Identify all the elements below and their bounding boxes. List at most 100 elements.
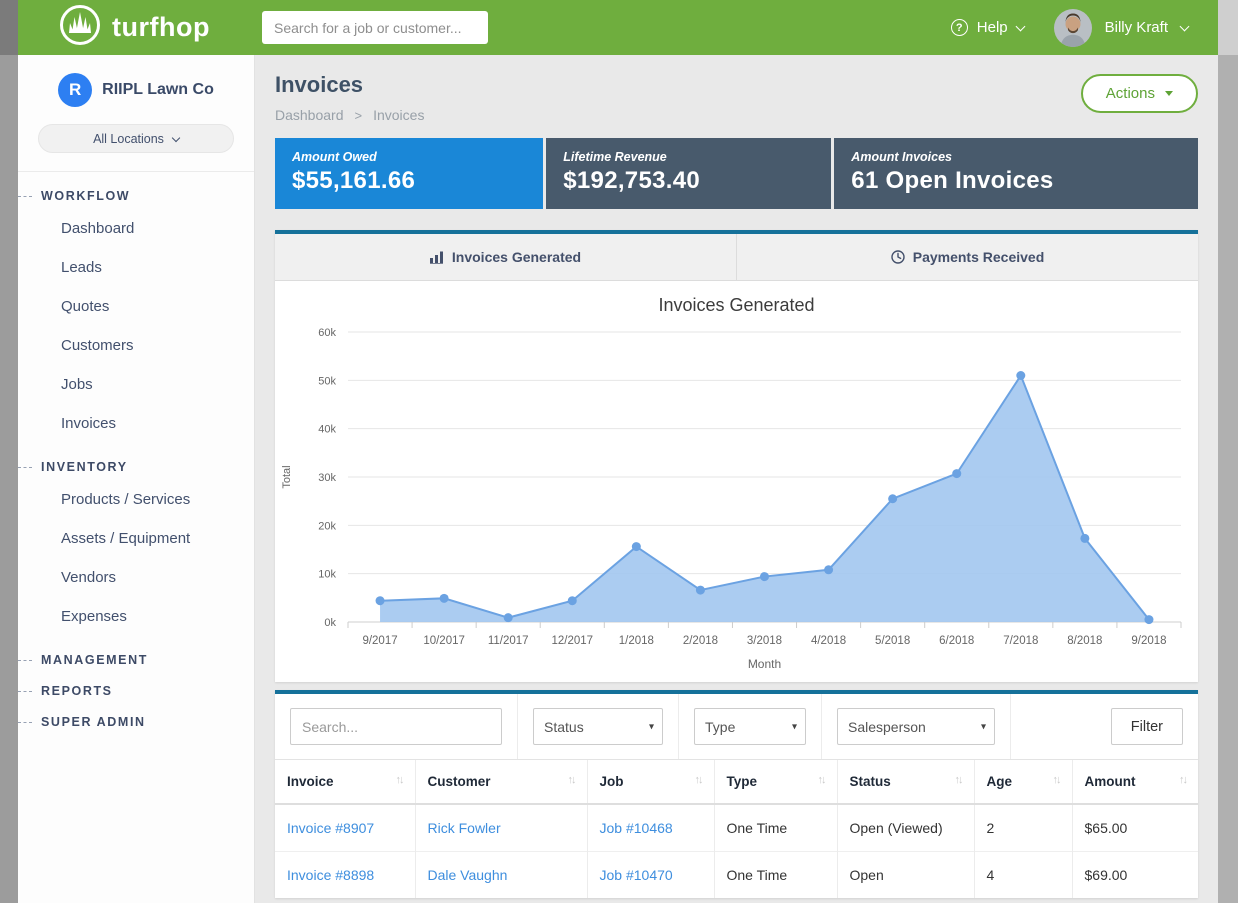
sidebar-section-label: REPORTS bbox=[41, 684, 113, 698]
type-select[interactable]: Type bbox=[694, 708, 806, 745]
tab-label: Payments Received bbox=[913, 249, 1045, 265]
sidebar-section-workflow[interactable]: WORKFLOW bbox=[18, 189, 254, 203]
breadcrumb-dashboard[interactable]: Dashboard bbox=[275, 107, 344, 123]
svg-text:50k: 50k bbox=[318, 375, 336, 387]
brand[interactable]: turfhop bbox=[58, 3, 256, 52]
chart-tabs: Invoices Generated Payments Received bbox=[275, 234, 1198, 281]
stat-value: $55,161.66 bbox=[292, 167, 526, 195]
column-header-status[interactable]: ↑↓Status bbox=[837, 760, 974, 804]
invoice-link[interactable]: Invoice #8898 bbox=[287, 867, 374, 883]
sidebar: R RIIPL Lawn Co All Locations WORKFLOW Da… bbox=[18, 55, 255, 903]
bar-chart-icon bbox=[430, 251, 444, 264]
job-link[interactable]: Job #10470 bbox=[600, 867, 673, 883]
svg-text:12/2017: 12/2017 bbox=[551, 635, 593, 647]
table-row: Invoice #8907Rick FowlerJob #10468One Ti… bbox=[275, 804, 1198, 852]
column-header-invoice[interactable]: ↑↓Invoice bbox=[275, 760, 415, 804]
sort-icon[interactable]: ↑↓ bbox=[1053, 774, 1060, 786]
table-search-input[interactable] bbox=[290, 708, 502, 745]
topbar-right: ? Help Billy Kraft bbox=[951, 9, 1188, 47]
actions-button[interactable]: Actions bbox=[1081, 74, 1198, 113]
locations-dropdown[interactable]: All Locations bbox=[38, 124, 234, 153]
customer-link[interactable]: Dale Vaughn bbox=[428, 867, 508, 883]
customer-link[interactable]: Rick Fowler bbox=[428, 820, 501, 836]
column-label: Job bbox=[600, 774, 624, 789]
cell-invoice: Invoice #8898 bbox=[275, 852, 415, 899]
svg-text:20k: 20k bbox=[318, 520, 336, 532]
column-header-job[interactable]: ↑↓ Job bbox=[587, 760, 714, 804]
sort-icon[interactable]: ↑↓ bbox=[818, 774, 825, 786]
user-menu[interactable]: Billy Kraft bbox=[1054, 9, 1188, 47]
cell-status: Open (Viewed) bbox=[837, 804, 974, 852]
global-search-input[interactable] bbox=[262, 11, 488, 44]
sort-icon[interactable]: ↑↓ bbox=[396, 774, 403, 786]
locations-label: All Locations bbox=[93, 132, 164, 146]
column-label: Type bbox=[727, 774, 758, 789]
app-window: turfhop ? Help bbox=[18, 0, 1218, 903]
stat-card-amount-owed: Amount Owed $55,161.66 bbox=[275, 138, 543, 209]
svg-text:1/2018: 1/2018 bbox=[619, 635, 654, 647]
turfhop-logo-icon bbox=[58, 3, 102, 52]
filter-button[interactable]: Filter bbox=[1111, 708, 1183, 745]
stat-label: Amount Owed bbox=[292, 150, 526, 164]
sidebar-item-products-services[interactable]: Products / Services bbox=[18, 480, 254, 519]
invoice-link[interactable]: Invoice #8907 bbox=[287, 820, 374, 836]
sidebar-item-vendors[interactable]: Vendors bbox=[18, 558, 254, 597]
sidebar-item-jobs[interactable]: Jobs bbox=[18, 365, 254, 404]
sort-icon[interactable]: ↑↓ bbox=[568, 774, 575, 786]
sidebar-section-label: SUPER ADMIN bbox=[41, 715, 146, 729]
column-header-customer[interactable]: ↑↓Customer bbox=[415, 760, 587, 804]
svg-text:Total: Total bbox=[281, 465, 293, 488]
avatar bbox=[1054, 9, 1092, 47]
sidebar-item-invoices[interactable]: Invoices bbox=[18, 404, 254, 443]
cell-invoice: Invoice #8907 bbox=[275, 804, 415, 852]
cell-status: Open bbox=[837, 852, 974, 899]
sidebar-section-reports[interactable]: REPORTS bbox=[18, 684, 254, 698]
chart-title: Invoices Generated bbox=[275, 281, 1198, 320]
sidebar-item-expenses[interactable]: Expenses bbox=[18, 597, 254, 636]
svg-text:0k: 0k bbox=[324, 617, 336, 629]
sidebar-nav: WORKFLOW DashboardLeadsQuotesCustomersJob… bbox=[18, 189, 254, 729]
status-select[interactable]: Status bbox=[533, 708, 663, 745]
svg-text:30k: 30k bbox=[318, 472, 336, 484]
sidebar-item-quotes[interactable]: Quotes bbox=[18, 287, 254, 326]
filter-bar: Status Type bbox=[275, 694, 1198, 760]
section-dashes-icon bbox=[18, 196, 32, 197]
help-label: Help bbox=[977, 19, 1008, 36]
salesperson-select[interactable]: Salesperson bbox=[837, 708, 995, 745]
job-link[interactable]: Job #10468 bbox=[600, 820, 673, 836]
help-menu[interactable]: ? Help bbox=[951, 19, 1024, 36]
sidebar-section-management[interactable]: MANAGEMENT bbox=[18, 653, 254, 667]
sidebar-item-customers[interactable]: Customers bbox=[18, 326, 254, 365]
sidebar-divider bbox=[18, 171, 254, 172]
sidebar-item-dashboard[interactable]: Dashboard bbox=[18, 209, 254, 248]
stat-card-lifetime-revenue: Lifetime Revenue$192,753.40 bbox=[546, 138, 831, 209]
sort-icon[interactable]: ↑↓ bbox=[695, 774, 702, 786]
clock-icon bbox=[891, 250, 905, 264]
column-header-type[interactable]: ↑↓ Type bbox=[714, 760, 837, 804]
sidebar-section-inventory[interactable]: INVENTORY bbox=[18, 460, 254, 474]
body-row: R RIIPL Lawn Co All Locations WORKFLOW Da… bbox=[18, 55, 1218, 903]
sidebar-section-super-admin[interactable]: SUPER ADMIN bbox=[18, 715, 254, 729]
svg-text:Month: Month bbox=[748, 657, 781, 671]
company-header[interactable]: R RIIPL Lawn Co bbox=[18, 73, 254, 107]
svg-text:9/2017: 9/2017 bbox=[362, 635, 397, 647]
stat-value: 61 Open Invoices bbox=[851, 167, 1181, 195]
right-edge-gutter bbox=[1218, 0, 1238, 903]
sort-icon[interactable]: ↑↓ bbox=[955, 774, 962, 786]
svg-text:10k: 10k bbox=[318, 569, 336, 581]
svg-text:3/2018: 3/2018 bbox=[747, 635, 782, 647]
user-name: Billy Kraft bbox=[1105, 19, 1168, 36]
help-icon: ? bbox=[951, 19, 968, 36]
sort-icon[interactable]: ↑↓ bbox=[1179, 774, 1186, 786]
column-header-age[interactable]: ↑↓Age bbox=[974, 760, 1072, 804]
sidebar-item-assets-equipment[interactable]: Assets / Equipment bbox=[18, 519, 254, 558]
sidebar-section-label: WORKFLOW bbox=[41, 189, 130, 203]
tab-payments-received[interactable]: Payments Received bbox=[736, 234, 1198, 280]
sidebar-item-leads[interactable]: Leads bbox=[18, 248, 254, 287]
filter-type-cell: Type bbox=[679, 694, 822, 759]
company-logo-badge: R bbox=[58, 73, 92, 107]
column-header-amount[interactable]: ↑↓Amount bbox=[1072, 760, 1198, 804]
page-title: Invoices bbox=[275, 72, 1198, 98]
tab-invoices-generated[interactable]: Invoices Generated bbox=[275, 234, 736, 280]
stat-value: $192,753.40 bbox=[563, 167, 814, 195]
